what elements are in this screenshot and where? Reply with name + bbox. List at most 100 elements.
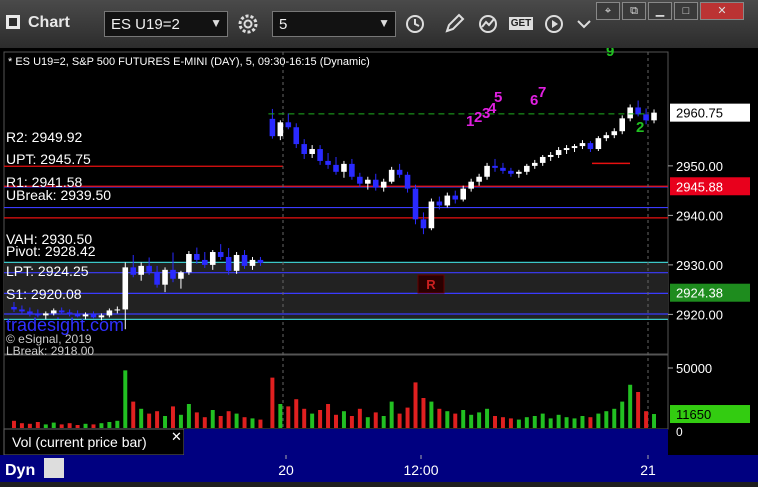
candle-body [162, 269, 168, 285]
candle-body [301, 144, 307, 154]
candle-body [420, 219, 427, 229]
pin-icon[interactable]: ⌖ [596, 2, 620, 20]
candle-body [468, 181, 474, 189]
candle-body [388, 169, 395, 182]
candle-body [436, 201, 443, 206]
interval-combo[interactable]: 5 ▼ [272, 11, 396, 37]
lock-icon[interactable] [44, 458, 64, 478]
candle-body [603, 135, 610, 139]
count-annotation: 5 [494, 89, 502, 106]
candle-body [508, 170, 514, 174]
gear-icon[interactable] [234, 11, 262, 37]
candle-body [269, 118, 276, 137]
count-annotation: 7 [538, 84, 546, 101]
chart-title: * ES U19=2, S&P 500 FUTURES E-MINI (DAY)… [8, 56, 370, 68]
candle-body [154, 271, 160, 285]
candle-body [571, 146, 578, 149]
candle-body [492, 165, 498, 168]
candle-body [476, 176, 482, 182]
level-label: LPT: 2924.25 [6, 263, 89, 279]
chart-window: Chart ES U19=2 ▼ 5 ▼ GET ⌖ ⧉ ▁ □ ✕ 1 2 3… [0, 0, 758, 482]
candle-body [611, 131, 618, 136]
x-tick-label: 12:00 [403, 462, 438, 478]
clock-icon[interactable] [401, 11, 429, 37]
candle-body [241, 254, 248, 266]
close-indicator-icon[interactable]: ✕ [171, 429, 182, 444]
candle-body [341, 163, 347, 172]
level-label: Pivot: 2928.42 [6, 243, 96, 259]
chart-app-icon [6, 15, 20, 29]
chart-area[interactable]: 123456792 R2: 2949.92 UPT: 2945.75 R1: 294… [0, 43, 758, 482]
candle-body [651, 112, 657, 121]
candle-body [309, 149, 315, 154]
candle-body [325, 160, 331, 165]
volume-zero-label: 0 [676, 425, 683, 439]
interval-value: 5 [279, 16, 288, 33]
y-tick-label: 2920.00 [676, 307, 723, 322]
candle-body [257, 259, 264, 263]
candle-body [547, 154, 554, 157]
candle-body [349, 163, 355, 177]
candle-body [396, 169, 403, 175]
candle-body [178, 272, 184, 279]
candle-body [19, 309, 25, 312]
candle-body [202, 259, 208, 265]
price-tag-label: 2924.38 [676, 286, 723, 301]
candle-body [50, 310, 57, 314]
r-marker[interactable]: R [426, 277, 436, 292]
candle-body [627, 107, 633, 119]
price-tag-label: 2960.75 [676, 106, 723, 121]
candle-body [380, 181, 387, 188]
candle-body [285, 122, 292, 128]
maximize-button[interactable]: □ [674, 2, 698, 20]
level-label: UBreak: 2939.50 [6, 187, 111, 203]
indicator-strip [184, 429, 668, 455]
window-title: Chart [28, 14, 70, 31]
candle-body [277, 122, 284, 137]
dynamic-status: Dyn [5, 462, 35, 479]
volume-tick-label: 50000 [676, 361, 712, 376]
candle-body [217, 252, 224, 257]
minimize-button[interactable]: ▁ [648, 2, 672, 20]
candle-body [555, 150, 562, 155]
candle-body [587, 143, 594, 150]
play-icon[interactable] [540, 11, 568, 37]
candle-body [233, 254, 240, 271]
candle-body [11, 306, 17, 310]
candle-body [249, 259, 256, 266]
candle-body [531, 162, 538, 166]
candle-body [138, 265, 144, 275]
candle-body [563, 148, 570, 151]
pencil-icon[interactable] [440, 11, 468, 37]
chevron-down-icon: ▼ [378, 16, 390, 30]
candle-body [114, 309, 121, 311]
candle-body [225, 256, 232, 271]
link-icon[interactable]: ⧉ [622, 2, 646, 20]
close-button[interactable]: ✕ [700, 2, 744, 20]
candle-body [122, 267, 129, 310]
y-tick-label: 2930.00 [676, 258, 723, 273]
study-icon[interactable] [474, 11, 502, 37]
candle-body [500, 167, 506, 171]
candle-body [357, 176, 363, 184]
candle-body [524, 165, 530, 172]
level-label: UPT: 2945.75 [6, 151, 91, 167]
candle-body [372, 179, 379, 188]
candle-body [186, 253, 192, 273]
menu-chevron-icon[interactable] [570, 11, 598, 37]
candle-body [460, 188, 466, 200]
get-studies-button[interactable]: GET [506, 11, 536, 37]
window-toolbar: Chart ES U19=2 ▼ 5 ▼ GET ⌖ ⧉ ▁ □ ✕ [0, 0, 758, 48]
candle-body [539, 156, 546, 163]
get-label: GET [508, 17, 534, 30]
chart-svg[interactable]: 1 2 345 6 792 R2: 2949.92UPT: 2945.75R1: 294… [0, 43, 758, 482]
candle-body [635, 107, 641, 115]
candle-body [130, 267, 137, 275]
symbol-combo[interactable]: ES U19=2 ▼ [104, 11, 228, 37]
candle-body [444, 195, 451, 206]
chevron-down-icon: ▼ [210, 16, 222, 30]
candle-body [404, 174, 411, 189]
count-annotation: 9 [606, 48, 614, 60]
candle-body [365, 179, 371, 184]
count-annotation: 2 [636, 119, 644, 136]
